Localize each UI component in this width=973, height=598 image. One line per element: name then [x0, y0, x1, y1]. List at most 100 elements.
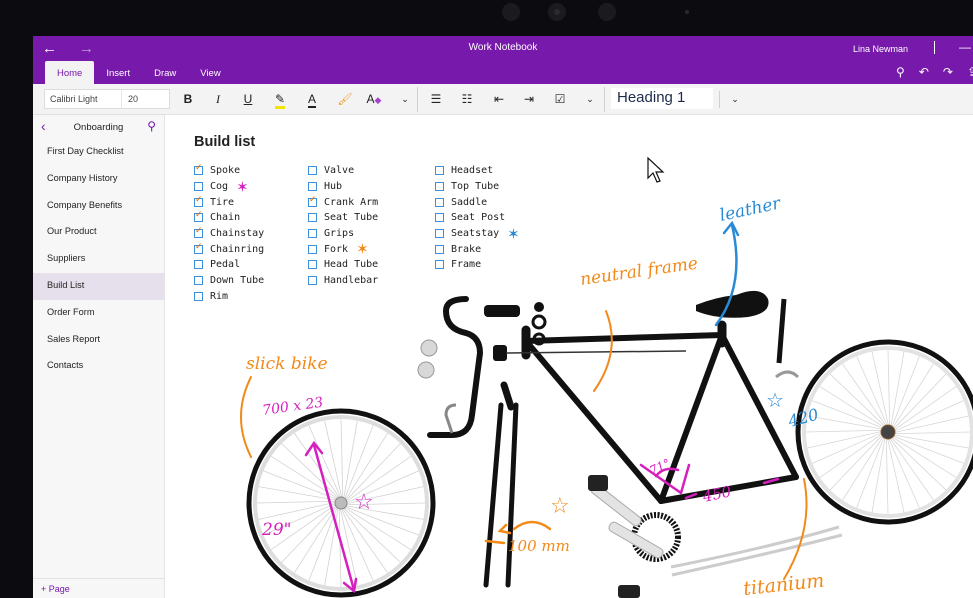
tab-draw[interactable]: Draw: [142, 61, 188, 84]
checkbox[interactable]: [194, 260, 203, 270]
checklist-label[interactable]: Chainstay: [210, 228, 264, 239]
redo-icon[interactable]: ↷: [943, 65, 953, 79]
note-heading[interactable]: Build list: [194, 134, 255, 150]
bold-button[interactable]: B: [178, 90, 198, 108]
checkbox[interactable]: [308, 166, 317, 176]
font-color-button[interactable]: A: [302, 90, 322, 108]
bullet-list-icon: ☰: [430, 92, 442, 106]
checkbox[interactable]: [194, 291, 203, 301]
spoke: [893, 434, 969, 449]
checklist-label[interactable]: Saddle: [451, 197, 487, 208]
page-item-build-list[interactable]: Build List: [33, 272, 164, 300]
font-picker[interactable]: Calibri Light 20: [44, 89, 170, 109]
checklist-label[interactable]: Head Tube: [324, 259, 378, 270]
checklist-label[interactable]: Chain: [210, 212, 240, 223]
bullets-button[interactable]: ☰: [426, 90, 446, 108]
handlebar: [427, 296, 484, 438]
checkbox[interactable]: [435, 229, 444, 239]
page-item-suppliers[interactable]: Suppliers: [33, 246, 164, 273]
checkbox[interactable]: [194, 210, 203, 223]
checkbox[interactable]: [308, 213, 317, 223]
star-icon: ✶: [356, 240, 369, 259]
checkbox[interactable]: [194, 276, 203, 286]
note-canvas[interactable]: ☆ ☆ ☆ slick bike 700 x 23 29" neutral fr…: [166, 115, 973, 598]
checklist-label[interactable]: Hub: [324, 181, 342, 192]
outdent-button[interactable]: ⇤: [489, 90, 509, 108]
font-name-field[interactable]: Calibri Light: [45, 90, 122, 108]
checklist-label[interactable]: Fork: [324, 244, 348, 255]
page-item-our-product[interactable]: Our Product: [33, 219, 164, 246]
search-icon[interactable]: ⚲: [147, 119, 156, 133]
checklist-label[interactable]: Handlebar: [324, 275, 378, 286]
checkbox[interactable]: [194, 195, 203, 207]
style-picker[interactable]: Heading 1: [611, 88, 713, 109]
checklist-label[interactable]: Tire: [210, 197, 234, 208]
checklist-label[interactable]: Seatstay: [451, 228, 499, 239]
checklist-label[interactable]: Seat Post: [451, 212, 505, 223]
page-item-first-day-checklist[interactable]: First Day Checklist: [33, 139, 164, 166]
numbering-button[interactable]: ☷: [457, 90, 477, 108]
more-font-options[interactable]: ⌄: [395, 90, 415, 108]
format-painter-button[interactable]: 🖌: [335, 90, 355, 108]
checkbox[interactable]: [308, 260, 317, 270]
page-item-contacts[interactable]: Contacts: [33, 353, 164, 380]
page-item-order-form[interactable]: Order Form: [33, 300, 164, 327]
page-item-company-history[interactable]: Company History: [33, 166, 164, 193]
checklist-label[interactable]: Seat Tube: [324, 212, 378, 223]
lightbulb-icon[interactable]: ⚲: [896, 65, 905, 79]
checklist-label[interactable]: Cog: [210, 181, 228, 192]
checklist-label[interactable]: Rim: [210, 291, 228, 302]
checklist-label[interactable]: Spoke: [210, 165, 240, 176]
more-paragraph-options[interactable]: ⌄: [580, 90, 600, 108]
clear-formatting-button[interactable]: A◆: [364, 90, 384, 108]
underline-button[interactable]: U: [238, 90, 258, 108]
checklist-label[interactable]: Grips: [324, 228, 354, 239]
checkbox[interactable]: [194, 242, 203, 254]
pedal: [588, 475, 608, 491]
spoke: [805, 429, 883, 433]
share-icon[interactable]: ⇪: [967, 65, 973, 79]
checklist-label[interactable]: Brake: [451, 244, 481, 255]
page-item-company-benefits[interactable]: Company Benefits: [33, 193, 164, 220]
checkbox[interactable]: [435, 197, 444, 207]
checklist-label[interactable]: Pedal: [210, 259, 240, 270]
checkbox[interactable]: [308, 182, 317, 192]
checklist-item: Cog ✶: [194, 179, 264, 195]
checklist-label[interactable]: Down Tube: [210, 275, 264, 286]
checkbox[interactable]: [308, 229, 317, 239]
checklist-label[interactable]: Chainring: [210, 244, 264, 255]
tab-insert[interactable]: Insert: [94, 61, 142, 84]
highlight-button[interactable]: ✎: [270, 90, 290, 109]
star-icon: ✶: [507, 224, 520, 243]
checkbox[interactable]: [194, 182, 203, 192]
checklist-label[interactable]: Valve: [324, 165, 354, 176]
checkbox[interactable]: [435, 244, 444, 254]
checkbox[interactable]: [435, 260, 444, 270]
tab-home[interactable]: Home: [45, 61, 95, 84]
checkbox[interactable]: [435, 213, 444, 223]
checkbox[interactable]: [308, 195, 317, 207]
checkbox[interactable]: [435, 182, 444, 192]
checkbox[interactable]: [194, 226, 203, 239]
indent-button[interactable]: ⇥: [519, 90, 539, 108]
user-name[interactable]: Lina Newman: [853, 44, 908, 54]
style-dropdown-button[interactable]: ⌄: [725, 90, 745, 108]
font-size-field[interactable]: 20: [122, 90, 144, 108]
checklist-label[interactable]: Top Tube: [451, 181, 499, 192]
checkbox[interactable]: [194, 163, 203, 176]
undo-icon[interactable]: ↶: [919, 65, 929, 79]
checklist-label[interactable]: Headset: [451, 165, 493, 176]
page-item-sales-report[interactable]: Sales Report: [33, 327, 164, 354]
checklist-label[interactable]: Frame: [451, 259, 481, 270]
checkbox[interactable]: [308, 244, 317, 254]
checkbox[interactable]: [308, 276, 317, 286]
tab-view[interactable]: View: [188, 61, 232, 84]
todo-tag-button[interactable]: ☑: [550, 90, 570, 108]
checklist-label[interactable]: Crank Arm: [324, 197, 378, 208]
checkbox[interactable]: [435, 166, 444, 176]
italic-button[interactable]: I: [208, 90, 228, 108]
spoke: [890, 351, 905, 427]
add-page-button[interactable]: + Page: [41, 584, 70, 594]
minimize-button[interactable]: —: [959, 40, 971, 54]
checklist-item: Handlebar: [308, 273, 378, 289]
